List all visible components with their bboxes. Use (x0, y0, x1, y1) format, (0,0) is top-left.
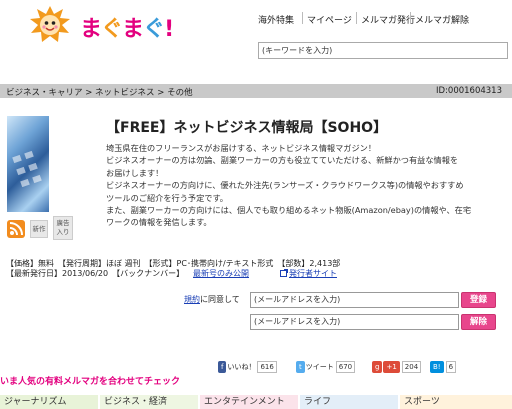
nav-mypage[interactable]: マイページ (307, 13, 352, 26)
magazine-cover-image (7, 116, 49, 212)
rss-icon[interactable] (7, 220, 25, 238)
category-tab-business[interactable]: ビジネス・経済 (100, 395, 198, 409)
external-link-icon (280, 269, 288, 277)
terms-link[interactable]: 規約 (184, 295, 200, 304)
latest-issue-link[interactable]: 最新号のみ公開 (193, 268, 249, 279)
breadcrumb-business[interactable]: ビジネス・キャリア (6, 88, 83, 98)
unsubscribe-button[interactable]: 解除 (461, 314, 496, 330)
register-button[interactable]: 登録 (461, 292, 496, 308)
magmag-logo[interactable]: まぐまぐ! (28, 5, 208, 47)
mascot-icon (30, 6, 70, 42)
search-input[interactable]: (キーワードを入力) (258, 42, 508, 59)
tweet-widget[interactable]: t ツイート 670 (296, 361, 356, 373)
breadcrumb-netbiz[interactable]: ネットビジネス (95, 88, 155, 98)
category-tab-entertainment[interactable]: エンタテインメント (200, 395, 298, 409)
top-nav: 海外特集 マイページ メルマガ発行 メルマガ解除 (0, 12, 512, 26)
nav-overseas[interactable]: 海外特集 (258, 13, 294, 26)
magazine-id: ID:0001604313 (436, 86, 502, 96)
category-tab-life[interactable]: ライフ (300, 395, 398, 409)
hatena-bookmark-widget[interactable]: B! 6 (430, 361, 457, 373)
magazine-meta-line2: 【最新発行日】2013/06/20 【バックナンバー】 (6, 269, 185, 278)
magazine-description: 埼玉県在住のフリーランスがお届けする、ネットビジネス情報マガジン！ ビジネスオー… (106, 143, 472, 228)
breadcrumb: ビジネス・キャリア > ネットビジネス > その他 (6, 88, 193, 98)
ad-badge: 廣告入り (53, 216, 73, 240)
nav-unsubscribe[interactable]: メルマガ解除 (415, 13, 469, 26)
magazine-title: 【FREE】ネットビジネス情報局【SOHO】 (106, 120, 388, 136)
hatena-icon: B! (430, 361, 444, 373)
category-tab-journalism[interactable]: ジャーナリズム (0, 395, 98, 409)
category-tab-sports[interactable]: スポーツ (400, 395, 512, 409)
publisher-site-link[interactable]: 発行者サイト (289, 268, 337, 279)
gplus-icon: g (372, 361, 383, 373)
new-badge: 新作 (30, 220, 48, 238)
consent-text: 規約に同意して (184, 295, 240, 304)
twitter-icon: t (296, 361, 305, 373)
facebook-like-widget[interactable]: f いいね！ 616 (218, 361, 277, 373)
facebook-icon: f (218, 361, 227, 373)
promo-heading: いま人気の有料メルマガを合わせてチェック (0, 377, 181, 387)
gplus-widget[interactable]: g +1 204 (372, 361, 422, 373)
unsubscribe-email-input[interactable]: (メールアドレスを入力) (250, 314, 459, 330)
nav-publish[interactable]: メルマガ発行 (361, 13, 415, 26)
register-email-input[interactable]: (メールアドレスを入力) (250, 292, 459, 308)
breadcrumb-other[interactable]: その他 (167, 88, 193, 98)
